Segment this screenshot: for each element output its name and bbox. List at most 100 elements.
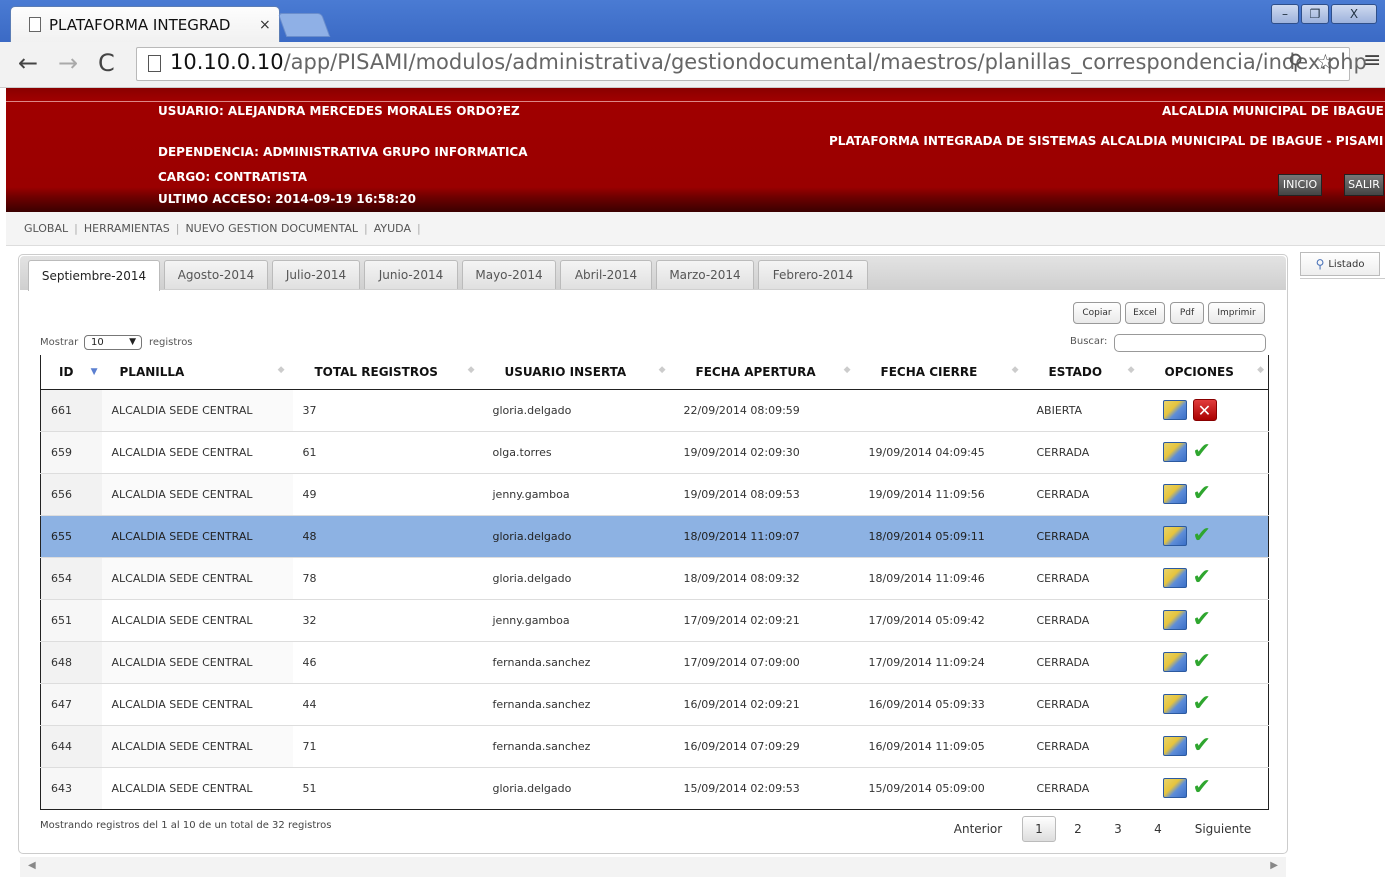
- pager-previous[interactable]: Anterior: [948, 816, 1008, 842]
- cell-apertura: 16/09/2014 07:09:29: [673, 725, 859, 768]
- pager-page-3[interactable]: 3: [1104, 816, 1132, 842]
- document-icon[interactable]: [1162, 736, 1187, 756]
- sort-icon: ◆: [277, 365, 285, 375]
- user-name: USUARIO: ALEJANDRA MERCEDES MORALES ORDO…: [158, 104, 520, 118]
- menu-item-ayuda[interactable]: AYUDA: [368, 222, 417, 235]
- tab-close-icon[interactable]: ×: [259, 17, 271, 33]
- cell-opciones: ✔: [1142, 641, 1269, 684]
- cell-estado: CERRADA: [1026, 473, 1143, 516]
- user-dependency: DEPENDENCIA: ADMINISTRATIVA GRUPO INFORM…: [158, 145, 528, 159]
- sort-icon: ◆: [467, 365, 475, 375]
- table-row[interactable]: 661 ALCALDIA SEDE CENTRAL 37 gloria.delg…: [40, 389, 1269, 432]
- copy-button[interactable]: Copiar: [1073, 302, 1121, 324]
- pdf-button[interactable]: Pdf: [1170, 302, 1204, 324]
- tab-julio-2014[interactable]: Julio-2014: [272, 260, 360, 289]
- listado-button[interactable]: ⚲ Listado: [1300, 252, 1380, 276]
- cell-apertura: 16/09/2014 02:09:21: [673, 683, 859, 726]
- url-text[interactable]: 10.10.0.10/app/PISAMI/modulos/administra…: [170, 50, 1367, 74]
- star-icon[interactable]: ☆: [1316, 50, 1335, 74]
- scroll-left-icon[interactable]: ◀: [28, 860, 36, 871]
- col-header-opciones[interactable]: OPCIONES ◆: [1142, 355, 1269, 390]
- table-row[interactable]: 644 ALCALDIA SEDE CENTRAL 71 fernanda.sa…: [40, 725, 1269, 768]
- search-icon[interactable]: ⚲: [1288, 50, 1303, 74]
- table-row[interactable]: 648 ALCALDIA SEDE CENTRAL 46 fernanda.sa…: [40, 641, 1269, 684]
- page-length-select[interactable]: 10 ▼: [84, 335, 142, 350]
- cell-usuario: fernanda.sanchez: [482, 683, 674, 726]
- col-header-apertura[interactable]: FECHA APERTURA ◆: [673, 355, 859, 390]
- document-icon[interactable]: [1162, 694, 1187, 714]
- browser-tabstrip: PLATAFORMA INTEGRAD × – ❐ X: [0, 0, 1385, 42]
- check-icon: ✔: [1192, 523, 1211, 548]
- records-label: registros: [149, 337, 193, 348]
- pager-next[interactable]: Siguiente: [1188, 816, 1258, 842]
- document-icon[interactable]: [1162, 484, 1187, 504]
- pager-page-4[interactable]: 4: [1144, 816, 1172, 842]
- cell-usuario: jenny.gamboa: [482, 599, 674, 642]
- close-planilla-icon[interactable]: ✕: [1192, 399, 1217, 421]
- cell-total: 51: [292, 767, 483, 809]
- col-header-total[interactable]: TOTAL REGISTROS ◆: [292, 355, 483, 390]
- horizontal-scrollbar[interactable]: ◀ ▶: [20, 857, 1286, 877]
- search-input[interactable]: [1114, 334, 1266, 352]
- pager-page-2[interactable]: 2: [1064, 816, 1092, 842]
- scroll-right-icon[interactable]: ▶: [1270, 860, 1278, 871]
- document-icon[interactable]: [1162, 778, 1187, 798]
- browser-tab[interactable]: PLATAFORMA INTEGRAD ×: [10, 6, 280, 42]
- dropdown-arrow-icon: ▼: [129, 337, 136, 347]
- document-icon[interactable]: [1162, 652, 1187, 672]
- col-header-planilla[interactable]: PLANILLA ◆: [101, 355, 293, 390]
- platform-name: PLATAFORMA INTEGRADA DE SISTEMAS ALCALDI…: [829, 134, 1384, 148]
- excel-button[interactable]: Excel: [1125, 302, 1165, 324]
- maximize-button[interactable]: ❐: [1301, 4, 1329, 24]
- table-row[interactable]: 659 ALCALDIA SEDE CENTRAL 61 olga.torres…: [40, 431, 1269, 474]
- menu-item-gestion-documental[interactable]: NUEVO GESTION DOCUMENTAL: [179, 222, 364, 235]
- table-row-selected[interactable]: 655 ALCALDIA SEDE CENTRAL 48 gloria.delg…: [40, 515, 1269, 558]
- cell-opciones: ✔: [1142, 557, 1269, 600]
- cell-estado: CERRADA: [1026, 725, 1143, 768]
- document-icon[interactable]: [1162, 526, 1187, 546]
- print-button[interactable]: Imprimir: [1208, 302, 1265, 324]
- reload-icon[interactable]: C: [98, 49, 115, 77]
- table-row[interactable]: 647 ALCALDIA SEDE CENTRAL 44 fernanda.sa…: [40, 683, 1269, 726]
- tab-marzo-2014[interactable]: Marzo-2014: [656, 260, 754, 289]
- cell-total: 32: [292, 599, 483, 642]
- close-window-button[interactable]: X: [1331, 4, 1377, 24]
- inicio-button[interactable]: INICIO: [1278, 174, 1322, 196]
- cell-cierre: 16/09/2014 11:09:05: [858, 725, 1027, 768]
- table-row[interactable]: 643 ALCALDIA SEDE CENTRAL 51 gloria.delg…: [40, 767, 1269, 809]
- salir-button[interactable]: SALIR: [1344, 174, 1384, 196]
- table-row[interactable]: 654 ALCALDIA SEDE CENTRAL 78 gloria.delg…: [40, 557, 1269, 600]
- menu-item-global[interactable]: GLOBAL: [18, 222, 74, 235]
- tab-abril-2014[interactable]: Abril-2014: [560, 260, 652, 289]
- menu-item-herramientas[interactable]: HERRAMIENTAS: [78, 222, 176, 235]
- tab-junio-2014[interactable]: Junio-2014: [364, 260, 458, 289]
- cell-total: 78: [292, 557, 483, 600]
- col-header-usuario[interactable]: USUARIO INSERTA ◆: [482, 355, 674, 390]
- tab-agosto-2014[interactable]: Agosto-2014: [164, 260, 268, 289]
- check-icon: ✔: [1192, 607, 1211, 632]
- table-row[interactable]: 656 ALCALDIA SEDE CENTRAL 49 jenny.gambo…: [40, 473, 1269, 516]
- col-header-cierre[interactable]: FECHA CIERRE ◆: [858, 355, 1027, 390]
- tab-febrero-2014[interactable]: Febrero-2014: [758, 260, 868, 289]
- cell-total: 71: [292, 725, 483, 768]
- cell-estado: CERRADA: [1026, 515, 1143, 558]
- document-icon[interactable]: [1162, 400, 1187, 420]
- minimize-button[interactable]: –: [1271, 4, 1299, 24]
- col-header-id[interactable]: ID ▼: [40, 355, 102, 390]
- forward-arrow-icon[interactable]: →: [58, 49, 78, 77]
- document-icon[interactable]: [1162, 442, 1187, 462]
- menu-icon[interactable]: ≡: [1363, 48, 1381, 73]
- table-row[interactable]: 651 ALCALDIA SEDE CENTRAL 32 jenny.gambo…: [40, 599, 1269, 642]
- document-icon[interactable]: [1162, 568, 1187, 588]
- cell-id: 654: [40, 557, 102, 600]
- pager-page-1[interactable]: 1: [1022, 816, 1056, 842]
- document-icon[interactable]: [1162, 610, 1187, 630]
- tab-septiembre-2014[interactable]: Septiembre-2014: [28, 260, 160, 291]
- magnifier-icon: ⚲: [1315, 257, 1325, 271]
- col-header-estado[interactable]: ESTADO ◆: [1026, 355, 1143, 390]
- cell-usuario: gloria.delgado: [482, 515, 674, 558]
- tab-mayo-2014[interactable]: Mayo-2014: [462, 260, 556, 289]
- back-arrow-icon[interactable]: ←: [18, 49, 38, 77]
- new-tab-button[interactable]: [277, 13, 331, 37]
- check-icon: ✔: [1192, 775, 1211, 800]
